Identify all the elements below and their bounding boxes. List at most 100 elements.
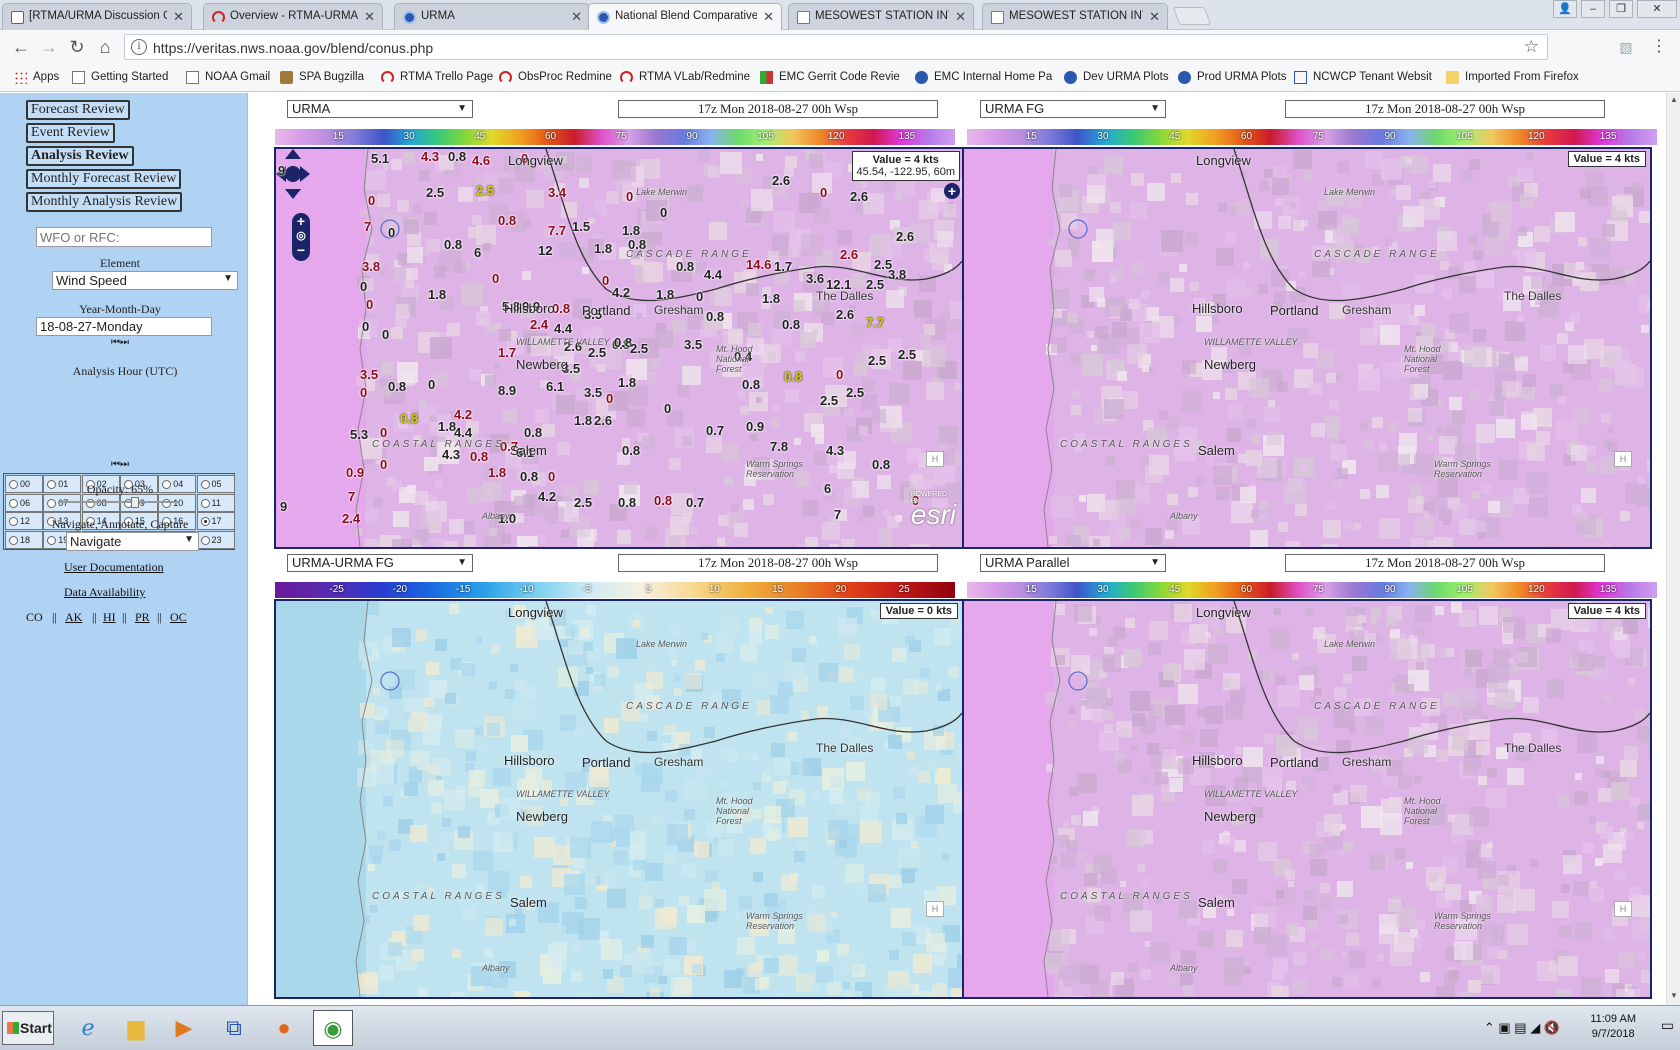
date-step-arrows[interactable]: ⏮⏭: [100, 337, 140, 348]
radio-icon[interactable]: [9, 517, 18, 527]
opacity-slider[interactable]: [60, 497, 180, 508]
station-obs-value[interactable]: 6: [824, 481, 831, 496]
bookmark-getting-started[interactable]: Getting Started: [72, 71, 168, 84]
station-obs-value[interactable]: 0.8: [784, 369, 802, 384]
station-obs-value[interactable]: 2.5: [846, 385, 864, 400]
region-hi[interactable]: HI: [103, 610, 116, 625]
radio-icon[interactable]: [200, 536, 210, 546]
bookmark-spa-bugzilla[interactable]: SPA Bugzilla: [280, 71, 364, 84]
station-obs-value[interactable]: 5.1: [371, 151, 389, 166]
user-documentation-link[interactable]: User Documentation: [64, 560, 164, 575]
station-obs-value[interactable]: 7.7: [548, 223, 566, 238]
radio-icon[interactable]: [200, 480, 210, 489]
hour-option[interactable]: 23: [196, 531, 235, 550]
station-obs-value[interactable]: 0: [380, 425, 387, 440]
wfo-input[interactable]: [36, 227, 212, 247]
reload-icon[interactable]: ↻: [66, 36, 88, 58]
station-obs-value[interactable]: 2.6: [850, 189, 868, 204]
station-obs-value[interactable]: 1.7: [498, 345, 516, 360]
tray-icons[interactable]: ⌃ ▣ ▤ ◢ 🔇: [1484, 1020, 1560, 1035]
station-obs-value[interactable]: 1.7: [774, 259, 792, 274]
station-obs-value[interactable]: 3.4: [548, 185, 566, 200]
close-icon[interactable]: ✕: [1149, 9, 1160, 25]
panel1-product-select[interactable]: URMA ▼: [287, 100, 473, 118]
station-obs-value[interactable]: 1.8: [618, 375, 636, 390]
info-icon[interactable]: i: [131, 39, 147, 55]
star-icon[interactable]: ☆: [1524, 37, 1539, 57]
user-icon[interactable]: 👤: [1553, 0, 1577, 18]
station-obs-value[interactable]: 9: [280, 499, 287, 514]
panel4-product-select[interactable]: URMA Parallel ▼: [980, 554, 1166, 572]
station-obs-value[interactable]: 2.5: [868, 353, 886, 368]
station-obs-value[interactable]: 2.5: [630, 341, 648, 356]
station-obs-value[interactable]: 7: [364, 219, 371, 234]
station-obs-value[interactable]: 2.5: [898, 347, 916, 362]
region-oc[interactable]: OC: [170, 610, 187, 625]
bookmark-emc-internal[interactable]: EMC Internal Home Pa: [915, 71, 1052, 84]
file-explorer-icon[interactable]: ▆: [116, 1010, 156, 1046]
panel4-map[interactable]: Value = 4 kts Longview Lake Merwin CASCADE…: [962, 599, 1652, 999]
station-obs-value[interactable]: 0: [696, 289, 703, 304]
bookmark-rtma-vlab[interactable]: RTMA VLab/Redmine: [620, 71, 750, 84]
close-icon[interactable]: ✕: [364, 9, 375, 25]
forward-icon[interactable]: →: [38, 36, 60, 58]
station-obs-value[interactable]: 0: [388, 225, 395, 240]
station-obs-value[interactable]: 6.1: [546, 379, 564, 394]
bookmark-rtma-trello[interactable]: RTMA Trello Page: [381, 71, 493, 84]
station-obs-value[interactable]: 2.5: [588, 345, 606, 360]
station-obs-value[interactable]: 0.8: [676, 259, 694, 274]
station-obs-value[interactable]: 12: [538, 243, 552, 258]
monthly-analysis-review-button[interactable]: Monthly Analysis Review: [26, 192, 183, 212]
station-obs-value[interactable]: 4.4: [554, 321, 572, 336]
panel3-product-select[interactable]: URMA-URMA FG ▼: [287, 554, 473, 572]
station-obs-value[interactable]: 0.8: [448, 149, 466, 164]
bookmark-apps[interactable]: Apps: [14, 71, 59, 84]
radio-icon[interactable]: [9, 480, 18, 489]
radio-icon[interactable]: [47, 536, 57, 546]
close-icon[interactable]: ✕: [763, 9, 774, 25]
station-obs-value[interactable]: 0: [360, 279, 367, 294]
tab-gmail[interactable]: [RTMA/URMA Discussion G ✕: [2, 3, 192, 30]
station-obs-value[interactable]: 0.8: [400, 411, 418, 426]
tab-overview[interactable]: Overview - RTMA-URMA-T2 ✕: [203, 3, 383, 30]
element-select[interactable]: Wind Speed ▼: [52, 271, 238, 290]
show-desktop-button[interactable]: ▭: [1661, 1018, 1674, 1033]
navigate-select[interactable]: Navigate ▼: [66, 532, 199, 551]
station-obs-value[interactable]: 7: [348, 489, 355, 504]
station-obs-value[interactable]: 0.8: [622, 443, 640, 458]
hour-option[interactable]: 05: [196, 475, 235, 493]
panel2-map[interactable]: Value = 4 kts Longview Lake Merwin CASCADE…: [962, 147, 1652, 549]
address-bar[interactable]: i https://veritas.nws.noaa.gov/blend/con…: [124, 34, 1548, 60]
station-obs-value[interactable]: 0: [626, 189, 633, 204]
h-button[interactable]: H: [1614, 451, 1632, 467]
station-obs-value[interactable]: 3.5: [360, 367, 378, 382]
station-obs-value[interactable]: 2.4: [530, 317, 548, 332]
menu-icon[interactable]: ⋮: [1648, 36, 1670, 58]
globe-icon[interactable]: ◎: [292, 229, 310, 242]
station-obs-value[interactable]: 0.8: [498, 213, 516, 228]
station-obs-value[interactable]: 1.5: [572, 219, 590, 234]
extension-icon[interactable]: ▧: [1615, 36, 1637, 58]
bookmark-dev-urma[interactable]: Dev URMA Plots: [1064, 71, 1169, 84]
station-obs-value[interactable]: 3.6: [806, 271, 824, 286]
station-obs-value[interactable]: 0.8: [470, 449, 488, 464]
slider-thumb[interactable]: [131, 497, 139, 508]
station-obs-value[interactable]: 5.3: [350, 427, 368, 442]
home-icon[interactable]: ⌂: [94, 36, 116, 58]
station-obs-value[interactable]: 0: [820, 185, 827, 200]
bookmark-imported[interactable]: Imported From Firefox: [1446, 71, 1579, 84]
hour-option[interactable]: 18: [5, 531, 43, 550]
station-obs-value[interactable]: 0: [368, 193, 375, 208]
panel2-product-select[interactable]: URMA FG ▼: [980, 100, 1166, 118]
panel1-map[interactable]: Value = 4 kts 45.54, -122.95, 60m + + ◎ …: [274, 147, 964, 549]
station-obs-value[interactable]: 1.8: [488, 465, 506, 480]
region-pr[interactable]: PR: [135, 610, 150, 625]
station-obs-value[interactable]: 0.8: [872, 457, 890, 472]
h-button[interactable]: H: [926, 901, 944, 917]
bookmark-ncwcp[interactable]: NCWCP Tenant Websit: [1294, 71, 1432, 84]
radio-icon[interactable]: [47, 480, 57, 489]
station-obs-value[interactable]: 1.8: [762, 291, 780, 306]
station-obs-value[interactable]: 1.8: [574, 413, 592, 428]
station-obs-value[interactable]: 0.8: [388, 379, 406, 394]
station-obs-value[interactable]: 0.8: [524, 425, 542, 440]
